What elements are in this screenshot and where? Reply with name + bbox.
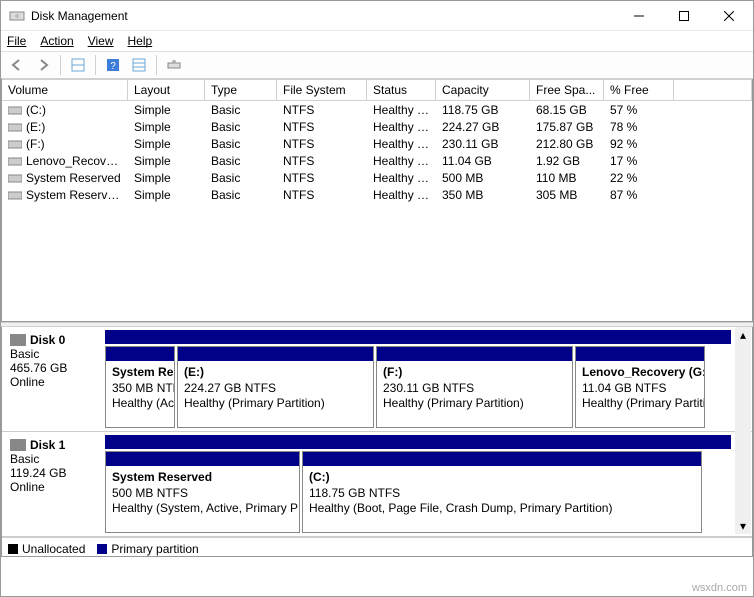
disk-partitions: System Reser350 MB NTFSHealthy (Activ(E:… — [102, 327, 752, 431]
view-list-button[interactable] — [127, 54, 151, 76]
toolbar: ? — [1, 51, 753, 79]
separator — [60, 55, 61, 75]
menu-view[interactable]: View — [88, 34, 114, 48]
col-filesystem[interactable]: File System — [277, 80, 367, 100]
close-button[interactable] — [706, 2, 751, 30]
scroll-up-button[interactable]: ▴ — [735, 327, 751, 343]
column-headers: Volume Layout Type File System Status Ca… — [2, 79, 752, 101]
scroll-down-button[interactable]: ▾ — [735, 518, 751, 534]
title-bar: Disk Management — [1, 1, 753, 31]
svg-text:?: ? — [110, 61, 116, 72]
disk-row: Disk 0Basic465.76 GBOnlineSystem Reser35… — [2, 327, 752, 432]
forward-button[interactable] — [31, 54, 55, 76]
view-tiles-button[interactable] — [66, 54, 90, 76]
volume-row[interactable]: (F:)SimpleBasicNTFSHealthy (P...230.11 G… — [2, 135, 752, 152]
back-button[interactable] — [5, 54, 29, 76]
col-layout[interactable]: Layout — [128, 80, 205, 100]
separator — [156, 55, 157, 75]
partition[interactable]: (C:)118.75 GB NTFSHealthy (Boot, Page Fi… — [302, 451, 702, 533]
col-status[interactable]: Status — [367, 80, 436, 100]
disk-info[interactable]: Disk 1Basic119.24 GBOnline — [2, 432, 102, 536]
volume-rows[interactable]: (C:)SimpleBasicNTFSHealthy (B...118.75 G… — [2, 101, 752, 321]
col-extra[interactable] — [674, 80, 752, 100]
minimize-button[interactable] — [616, 2, 661, 30]
volume-row[interactable]: System ReservedSimpleBasicNTFSHealthy (S… — [2, 169, 752, 186]
legend-unallocated: Unallocated — [8, 542, 85, 556]
col-type[interactable]: Type — [205, 80, 277, 100]
col-percent-free[interactable]: % Free — [604, 80, 674, 100]
disk-header-stripe — [105, 435, 731, 449]
partition[interactable]: (E:)224.27 GB NTFSHealthy (Primary Parti… — [177, 346, 374, 428]
menu-bar: File Action View Help — [1, 31, 753, 51]
col-free-space[interactable]: Free Spa... — [530, 80, 604, 100]
maximize-button[interactable] — [661, 2, 706, 30]
disk-header-stripe — [105, 330, 731, 344]
footer-text: wsxdn.com — [692, 582, 747, 594]
partition[interactable]: System Reserved500 MB NTFSHealthy (Syste… — [105, 451, 300, 533]
app-icon — [9, 8, 25, 24]
menu-help[interactable]: Help — [128, 34, 153, 48]
partition[interactable]: (F:)230.11 GB NTFSHealthy (Primary Parti… — [376, 346, 573, 428]
partition[interactable]: Lenovo_Recovery (G:)11.04 GB NTFSHealthy… — [575, 346, 705, 428]
properties-button[interactable] — [162, 54, 186, 76]
volume-row[interactable]: (C:)SimpleBasicNTFSHealthy (B...118.75 G… — [2, 101, 752, 118]
volume-row[interactable]: (E:)SimpleBasicNTFSHealthy (P...224.27 G… — [2, 118, 752, 135]
separator — [95, 55, 96, 75]
window-title: Disk Management — [31, 9, 616, 23]
volume-row[interactable]: Lenovo_Recovery ...SimpleBasicNTFSHealth… — [2, 152, 752, 169]
legend-primary: Primary partition — [97, 542, 198, 556]
partition[interactable]: System Reser350 MB NTFSHealthy (Activ — [105, 346, 175, 428]
menu-file[interactable]: File — [7, 34, 26, 48]
disk-info[interactable]: Disk 0Basic465.76 GBOnline — [2, 327, 102, 431]
disk-partitions: System Reserved500 MB NTFSHealthy (Syste… — [102, 432, 752, 536]
legend: Unallocated Primary partition — [2, 537, 752, 559]
vertical-scrollbar[interactable]: ▴ ▾ — [735, 327, 751, 534]
col-capacity[interactable]: Capacity — [436, 80, 530, 100]
volume-row[interactable]: System Reserved (...SimpleBasicNTFSHealt… — [2, 186, 752, 203]
col-volume[interactable]: Volume — [2, 80, 128, 100]
menu-action[interactable]: Action — [40, 34, 73, 48]
disk-map: Disk 0Basic465.76 GBOnlineSystem Reser35… — [1, 327, 753, 557]
volume-list: Volume Layout Type File System Status Ca… — [1, 79, 753, 322]
disk-row: Disk 1Basic119.24 GBOnlineSystem Reserve… — [2, 432, 752, 537]
help-button[interactable]: ? — [101, 54, 125, 76]
